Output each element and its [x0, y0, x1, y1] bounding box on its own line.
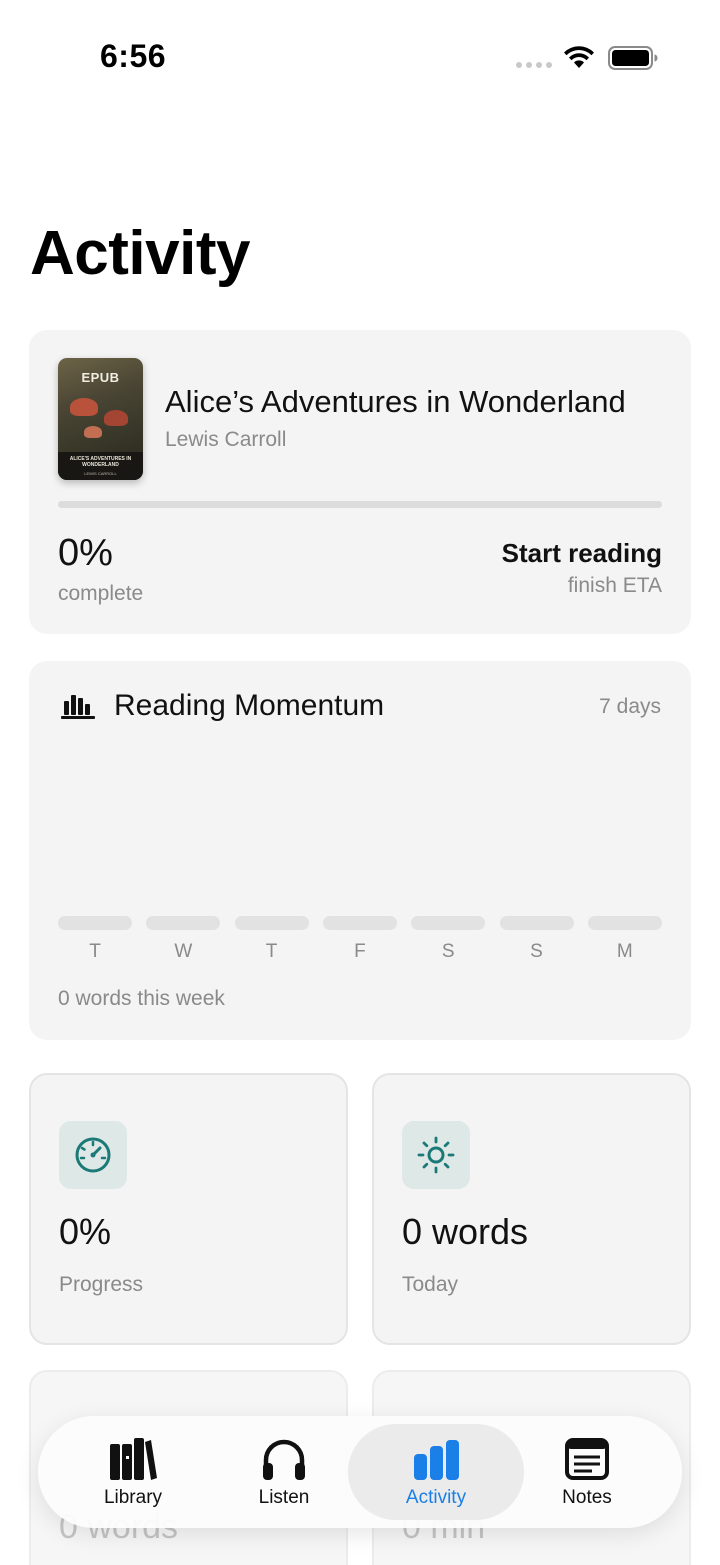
momentum-day-label: W [174, 941, 193, 962]
start-reading-button[interactable]: Start reading [502, 538, 662, 569]
tab-label: Listen [258, 1487, 310, 1508]
tab-bar: Library Listen Activity Notes [38, 1416, 682, 1528]
finish-eta-caption: finish ETA [567, 574, 662, 597]
sun-icon [417, 1136, 455, 1174]
momentum-range: 7 days [599, 695, 661, 718]
percent-complete: 0% [58, 532, 113, 574]
gauge-icon [75, 1137, 111, 1173]
page-title: Activity [30, 219, 250, 288]
headphones-icon [263, 1439, 305, 1480]
cover-art-mushroom [84, 426, 102, 438]
book-cover[interactable]: EPUB ALICE'S ADVENTURES IN WONDERLAND LE… [58, 358, 143, 480]
cellular-signal-icon [516, 62, 552, 68]
percent-caption: complete [58, 582, 144, 605]
momentum-day-label: S [530, 941, 543, 962]
momentum-day-label: F [354, 941, 366, 962]
tab-label: Activity [405, 1487, 467, 1508]
stat-icon-box [59, 1121, 127, 1189]
momentum-bars [58, 916, 662, 930]
stat-label: Today [402, 1273, 459, 1296]
current-book-card[interactable]: EPUB ALICE'S ADVENTURES IN WONDERLAND LE… [29, 330, 691, 634]
momentum-bar [587, 916, 662, 930]
reading-momentum-card: Reading Momentum 7 days T W T F S S M 0 words … [29, 661, 691, 1040]
cover-author: LEWIS CARROLL [84, 471, 117, 476]
momentum-bar [499, 916, 574, 930]
cover-art-mushroom [104, 410, 128, 426]
tab-notes[interactable]: Notes [512, 1416, 662, 1528]
momentum-caption: 0 words this week [58, 987, 225, 1010]
momentum-day-label: S [441, 941, 455, 962]
tab-listen[interactable]: Listen [208, 1416, 360, 1528]
momentum-bar [411, 916, 486, 930]
battery-icon [608, 46, 658, 70]
tab-library[interactable]: Library [58, 1416, 208, 1528]
stat-label: Progress [59, 1273, 144, 1296]
momentum-title: Reading Momentum [114, 689, 385, 722]
tab-label: Library [103, 1487, 163, 1508]
book-author: Lewis Carroll [165, 428, 287, 451]
momentum-day-label: M [616, 941, 633, 962]
stat-icon-box [402, 1121, 470, 1189]
cover-title: ALICE'S ADVENTURES IN WONDERLAND [69, 456, 132, 468]
status-time: 6:56 [100, 38, 167, 74]
tab-activity[interactable]: Activity [360, 1416, 512, 1528]
momentum-day-label: T [265, 941, 278, 962]
today-stat-card[interactable]: 0 words Today [372, 1073, 691, 1345]
notes-icon [565, 1438, 609, 1480]
momentum-bar [146, 916, 221, 930]
wifi-icon [564, 46, 594, 68]
bar-chart-icon [61, 695, 95, 719]
progress-stat-card[interactable]: 0% Progress [29, 1073, 348, 1345]
status-bar: 6:56 [0, 0, 720, 110]
momentum-bar [234, 916, 309, 930]
stat-value: 0 words [402, 1211, 529, 1252]
momentum-bar [58, 916, 132, 930]
cover-art-mushroom [70, 398, 98, 416]
tab-label: Notes [562, 1487, 612, 1508]
reading-progress-bar [58, 501, 662, 508]
books-icon [110, 1438, 157, 1480]
bar-chart-icon [414, 1440, 459, 1480]
cover-format-label: EPUB [81, 370, 120, 385]
stat-value: 0% [59, 1211, 112, 1252]
momentum-day-label: T [89, 941, 101, 962]
book-title: Alice’s Adventures in Wonderland [165, 384, 626, 419]
momentum-bar [322, 916, 397, 930]
